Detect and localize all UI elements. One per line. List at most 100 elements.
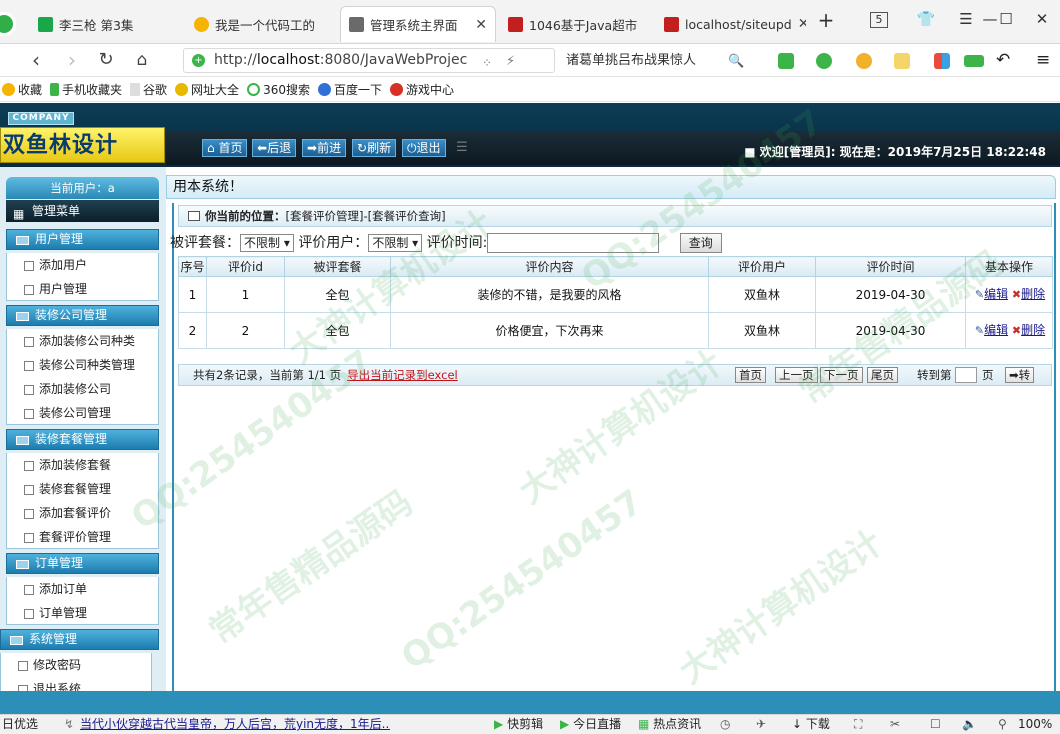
search-icon[interactable]: 🔍 (728, 54, 744, 69)
goto-button[interactable]: ➡转 (1005, 367, 1035, 383)
new-tab-icon[interactable]: + (814, 8, 838, 32)
menu-group-orders[interactable]: 订单管理 (6, 553, 159, 574)
query-button[interactable]: 查询 (679, 233, 722, 253)
more-menu-icon[interactable]: ≡ (1036, 50, 1050, 70)
coin-icon[interactable] (856, 53, 872, 69)
tab-1[interactable]: 李三枪 第3集 (30, 6, 180, 42)
system-title-bar: 用本系统！ (166, 175, 1056, 199)
time-filter-input[interactable] (487, 233, 660, 253)
browser-logo-icon[interactable] (0, 12, 16, 36)
scissors-icon[interactable] (778, 53, 794, 69)
tab-4[interactable]: 1046基于Java超市 (500, 6, 650, 42)
daily-picks[interactable]: 日优选 (2, 715, 38, 734)
app-bottom-border (0, 691, 1060, 714)
next-page-button[interactable]: 下一页 (820, 367, 863, 383)
back-button[interactable]: ⬅后退 (252, 139, 297, 157)
screenshot-icon[interactable]: ⛶ (854, 715, 862, 734)
tab-count-badge[interactable]: 5 (870, 12, 888, 28)
edit-link[interactable]: 编辑 (984, 323, 1008, 337)
menu-icon[interactable]: ☰ (954, 10, 978, 28)
menu-item-manage-packages[interactable]: 装修套餐管理 (6, 477, 159, 501)
home-button[interactable]: ⌂ 首页 (202, 139, 248, 157)
search-suggestion[interactable]: 诸葛单挑吕布战果惊人 (560, 48, 750, 73)
menu-group-system[interactable]: 系统管理 (0, 629, 159, 650)
bookmark-baidu[interactable]: 百度一下 (317, 81, 382, 98)
hot-news[interactable]: ▦ 热点资讯 (638, 715, 701, 734)
bookmark-360-search[interactable]: 360搜索 (247, 81, 310, 98)
zoom-icon[interactable]: ⚲ (998, 715, 1007, 734)
edit-link[interactable]: 编辑 (984, 287, 1008, 301)
window-icon[interactable]: ☐ (930, 715, 941, 734)
cut-icon[interactable]: ✂ (890, 715, 900, 734)
reload-icon[interactable]: ↻ (94, 48, 118, 72)
tab-2[interactable]: 我是一个代码工的 (186, 6, 336, 42)
menu-item-change-password[interactable]: 修改密码 (0, 653, 152, 677)
undo-icon[interactable]: ↶ (996, 50, 1010, 70)
menu-item-manage-orders[interactable]: 订单管理 (6, 601, 159, 625)
package-filter-value: 不限制 (244, 236, 281, 250)
history-icon[interactable]: ◷ (720, 715, 730, 734)
bookmark-favorites[interactable]: 收藏 (2, 81, 42, 98)
plane-icon[interactable]: ✈ (756, 715, 766, 734)
news-ticker[interactable]: 当代小伙穿越古代当皇帝，万人后宫，荒yin无度，1年后... (80, 715, 390, 734)
portal-icon (175, 83, 189, 96)
chat-icon[interactable] (894, 53, 910, 69)
first-page-button[interactable]: 首页 (735, 367, 766, 383)
menu-item-add-package[interactable]: 添加装修套餐 (6, 453, 159, 477)
close-tab-icon[interactable]: ✕ (792, 16, 806, 32)
menu-item-add-order[interactable]: 添加订单 (6, 577, 159, 601)
menu-group-packages[interactable]: 装修套餐管理 (6, 429, 159, 450)
tab-5[interactable]: localhost/siteupd ✕ (656, 6, 806, 42)
back-icon[interactable]: ‹ (24, 48, 48, 72)
bookmark-google[interactable]: 谷歌 (130, 81, 167, 98)
apps-icon[interactable]: ⁘ (482, 56, 492, 70)
header-package: 被评套餐 (284, 256, 391, 277)
goto-page-input[interactable] (955, 367, 977, 383)
menu-item-manage-company-types[interactable]: 装修公司种类管理 (6, 353, 159, 377)
menu-item-add-review[interactable]: 添加套餐评价 (6, 501, 159, 525)
menu-item-manage-companies[interactable]: 装修公司管理 (6, 401, 159, 425)
zoom-level[interactable]: 100% (1018, 715, 1052, 734)
menu-item-add-company[interactable]: 添加装修公司 (6, 377, 159, 401)
menu-item-manage-users[interactable]: 用户管理 (6, 277, 159, 301)
maximize-icon[interactable]: ☐ (994, 10, 1018, 28)
shirt-icon[interactable]: 👕 (914, 10, 938, 28)
package-filter-select[interactable]: 不限制 ▾ (240, 234, 294, 252)
close-tab-icon[interactable]: ✕ (469, 17, 487, 33)
prev-page-button[interactable]: 上一页 (775, 367, 818, 383)
video-icon (38, 16, 53, 32)
battery-icon[interactable] (964, 55, 984, 67)
download[interactable]: ↓ 下载 (792, 715, 830, 734)
export-excel-link[interactable]: 导出当前记录到excel (347, 368, 458, 382)
bookmark-game-center[interactable]: 游戏中心 (389, 81, 454, 98)
bookmark-url-portal[interactable]: 网址大全 (175, 81, 239, 98)
quick-cut[interactable]: ▶ 快剪辑 (494, 715, 543, 734)
tab-title: 1046基于Java超市 (529, 17, 638, 33)
live-today[interactable]: ▶ 今日直播 (560, 715, 621, 734)
menu-group-users[interactable]: 用户管理 (6, 229, 159, 250)
menu-item-add-company-type[interactable]: 添加装修公司种类 (6, 329, 159, 353)
forward-button[interactable]: ➡前进 (302, 139, 347, 157)
lightning-icon[interactable]: ⚡ (506, 54, 515, 69)
bookmark-mobile[interactable]: 手机收藏夹 (50, 81, 122, 98)
menu-group-companies[interactable]: 装修公司管理 (6, 305, 159, 326)
menu-item-manage-reviews[interactable]: 套餐评价管理 (6, 525, 159, 549)
forward-icon[interactable]: › (60, 48, 84, 72)
delete-link[interactable]: 删除 (1021, 287, 1045, 301)
volume-icon[interactable]: 🔈 (962, 715, 977, 734)
delete-link[interactable]: 删除 (1021, 323, 1045, 337)
logout-button[interactable]: ⏻退出 (402, 139, 446, 157)
tab-3-active[interactable]: 管理系统主界面 ✕ (340, 6, 496, 42)
translate-icon[interactable] (816, 53, 832, 69)
user-filter-select[interactable]: 不限制 ▾ (368, 234, 423, 252)
url-input[interactable]: + http://localhost:8080/JavaWebProjec (183, 48, 555, 73)
secure-shield-icon: + (192, 54, 205, 67)
grid-apps-icon[interactable] (934, 53, 950, 69)
refresh-button[interactable]: ↻刷新 (352, 139, 397, 157)
menu-item-add-user[interactable]: 添加用户 (6, 253, 159, 277)
home-icon[interactable]: ⌂ (130, 48, 154, 72)
last-page-button[interactable]: 尾页 (867, 367, 898, 383)
close-window-icon[interactable]: ✕ (1030, 10, 1054, 28)
news-icon: ▦ (638, 717, 650, 731)
cell-actions: ✎编辑 ✖删除 (965, 312, 1053, 349)
